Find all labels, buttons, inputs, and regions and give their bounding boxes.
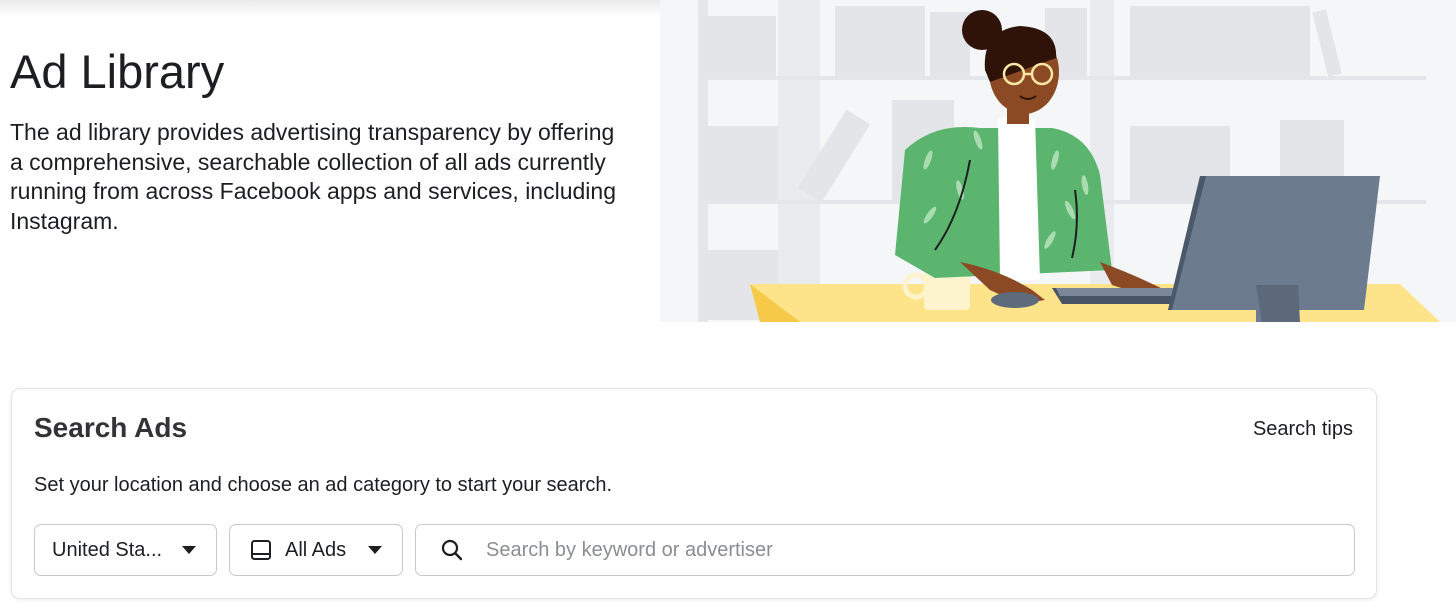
- page-description: The ad library provides advertising tran…: [10, 119, 616, 234]
- country-dropdown[interactable]: United Sta...: [34, 524, 217, 576]
- search-box[interactable]: [415, 524, 1355, 576]
- chevron-down-icon: [182, 546, 196, 554]
- category-selected-label: All Ads: [285, 538, 347, 561]
- search-instructions: Set your location and choose an ad categ…: [34, 474, 613, 496]
- search-tips-link[interactable]: Search tips: [1253, 417, 1353, 441]
- search-icon: [440, 538, 464, 562]
- search-input[interactable]: [486, 530, 1354, 570]
- page-title: Ad Library: [10, 45, 225, 98]
- chevron-down-icon: [368, 546, 382, 554]
- device-icon: [250, 539, 272, 561]
- country-selected-label: United Sta...: [52, 538, 163, 561]
- search-ads-card: Search Ads Search tips Set your location…: [11, 388, 1377, 599]
- search-ads-title: Search Ads: [34, 412, 188, 443]
- ad-category-dropdown[interactable]: All Ads: [229, 524, 403, 576]
- hero-illustration: [660, 0, 1456, 322]
